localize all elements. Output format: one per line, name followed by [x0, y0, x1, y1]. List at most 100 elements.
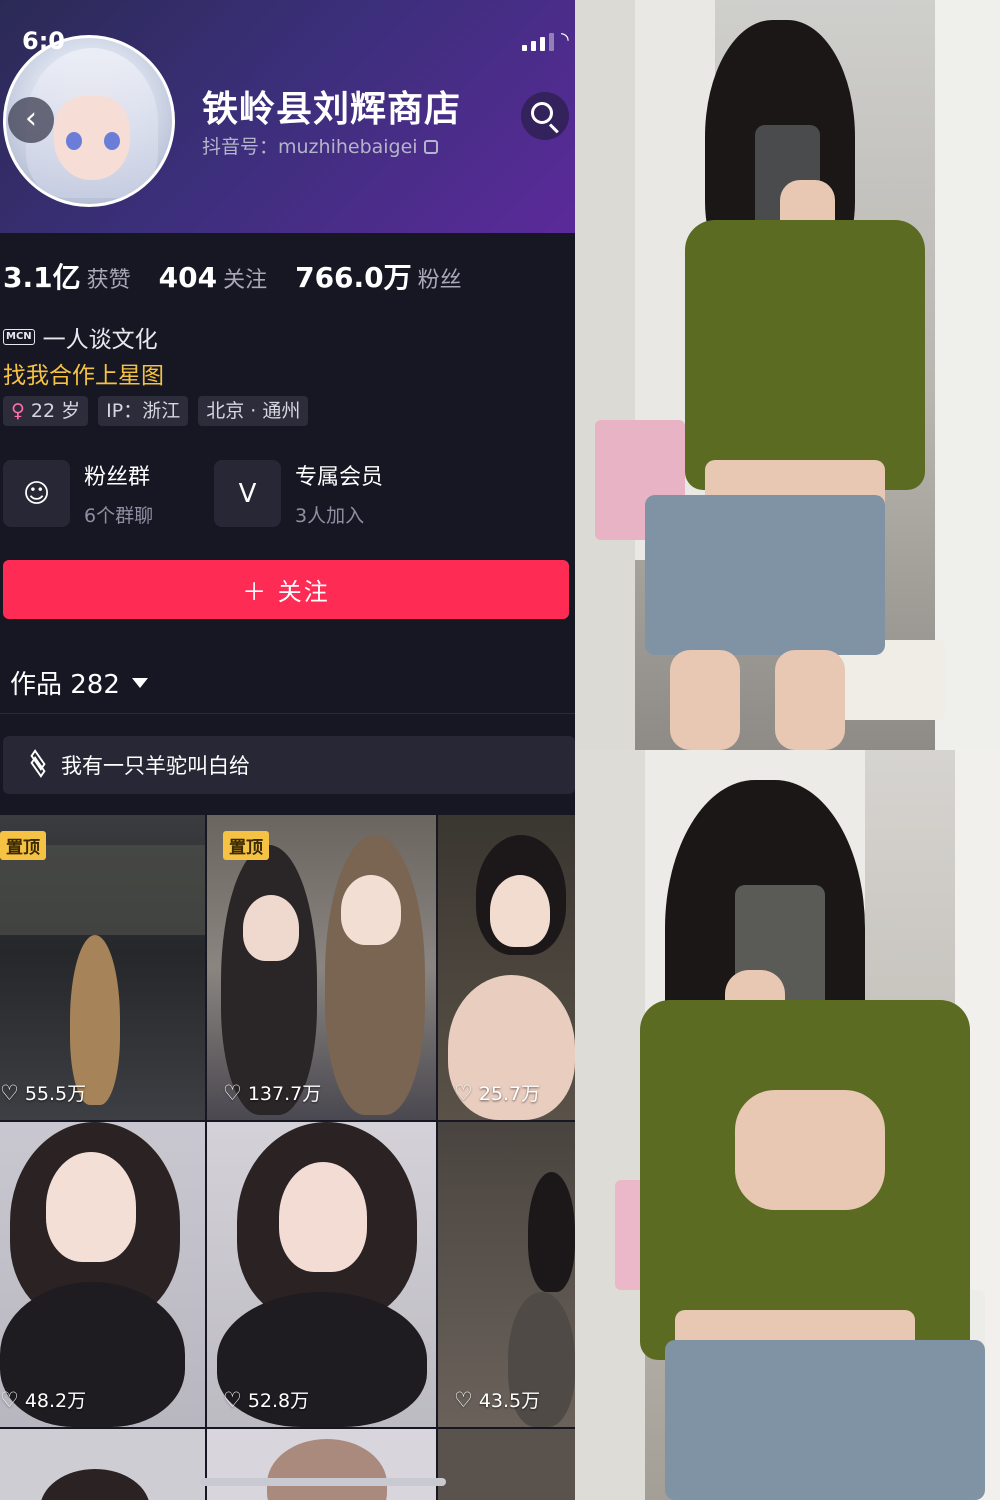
- profile-tags: ♀ 22 岁 IP：浙江 北京 · 通州: [3, 396, 309, 426]
- scene-hair: [267, 1439, 387, 1500]
- video-likes: ♡ 48.2万: [0, 1386, 86, 1413]
- scene-leg: [670, 650, 740, 750]
- video-likes: ♡ 55.5万: [0, 1079, 86, 1106]
- back-button[interactable]: ‹: [8, 97, 54, 143]
- video-tile[interactable]: ♡ 43.5万: [438, 1122, 575, 1427]
- scene-skin: [735, 1090, 885, 1210]
- works-label: 作品 282: [10, 670, 120, 700]
- location-tag[interactable]: 北京 · 通州: [198, 396, 309, 426]
- scene-face: [243, 895, 299, 961]
- fan-group-title: 粉丝群: [84, 465, 151, 490]
- pinned-badge: 置顶: [0, 831, 46, 860]
- scene-face: [490, 875, 550, 947]
- fan-group-sub: 6个群聊: [84, 505, 154, 527]
- search-button[interactable]: [521, 92, 569, 140]
- star-cooperation-link[interactable]: 找我合作上星图: [3, 356, 164, 390]
- female-icon: ♀: [11, 400, 25, 422]
- collection-entry[interactable]: 我有一只羊驼叫白给: [3, 736, 575, 794]
- scene-person: [221, 845, 317, 1115]
- member-title: 专属会员: [295, 465, 384, 490]
- heart-icon: ♡: [0, 1080, 19, 1105]
- likes-count: 25.7万: [478, 1083, 541, 1105]
- scene-hair: [40, 1469, 150, 1500]
- heart-icon: ♡: [454, 1387, 473, 1412]
- scene-shorts: [665, 1340, 985, 1500]
- v-member-icon: V: [214, 460, 281, 527]
- scene-wall: [575, 0, 635, 750]
- mcn-badge: MCN: [3, 329, 35, 345]
- search-icon: [531, 102, 553, 124]
- stat-followers[interactable]: 766.0万 粉丝: [295, 256, 462, 296]
- status-time: 6:0: [22, 27, 65, 55]
- heart-icon: ♡: [454, 1080, 473, 1105]
- scene-wall: [935, 0, 1000, 750]
- scene-face: [46, 1152, 136, 1262]
- member-entry[interactable]: V 专属会员 3人加入: [214, 459, 383, 528]
- layers-icon: [27, 749, 49, 778]
- scene-leg: [775, 650, 845, 750]
- video-likes: ♡ 52.8万: [223, 1386, 309, 1413]
- stat-value: 3.1亿: [3, 261, 81, 294]
- video-tile[interactable]: [0, 1429, 205, 1500]
- stat-likes[interactable]: 3.1亿 获赞: [3, 256, 131, 296]
- scene-hair: [528, 1172, 575, 1292]
- likes-count: 55.5万: [24, 1083, 87, 1105]
- profile-screen: 6:0 ◝ ‹ 铁岭县刘辉商店 抖音号：muzhihebaigei 3.1亿 获…: [0, 0, 575, 1500]
- video-tile[interactable]: [438, 1429, 575, 1500]
- age-text: 22 岁: [30, 400, 81, 422]
- heart-icon: ♡: [223, 1387, 242, 1412]
- profile-stats: 3.1亿 获赞 404 关注 766.0万 粉丝: [3, 256, 490, 296]
- video-tile[interactable]: ♡ 52.8万: [207, 1122, 436, 1427]
- stat-label: 获赞: [86, 268, 131, 293]
- mcn-row[interactable]: MCN 一人谈文化: [3, 320, 158, 354]
- douyin-id: 抖音号：muzhihebaigei: [202, 132, 438, 159]
- likes-count: 137.7万: [247, 1083, 322, 1105]
- video-tile[interactable]: ♡ 25.7万: [438, 815, 575, 1120]
- scene-wall: [575, 750, 645, 1500]
- search-icon-handle: [548, 123, 559, 134]
- likes-count: 52.8万: [247, 1390, 310, 1412]
- profile-name: 铁岭县刘辉商店: [202, 89, 462, 130]
- follow-button[interactable]: ＋ 关注: [3, 560, 569, 619]
- avatar-eye: [66, 132, 82, 150]
- video-likes: ♡ 43.5万: [454, 1386, 540, 1413]
- stat-following[interactable]: 404 关注: [159, 261, 267, 294]
- video-likes: ♡ 25.7万: [454, 1079, 540, 1106]
- divider: [0, 713, 575, 714]
- stat-value: 766.0万: [295, 261, 412, 294]
- fan-group-entry[interactable]: ☺ 粉丝群 6个群聊: [3, 459, 153, 528]
- profile-header: 6:0 ◝ ‹ 铁岭县刘辉商店 抖音号：muzhihebaigei: [0, 0, 575, 233]
- scene-face: [279, 1162, 367, 1272]
- collection-label: 我有一只羊驼叫白给: [61, 754, 250, 778]
- video-tile[interactable]: [207, 1429, 436, 1500]
- video-tile[interactable]: ♡ 48.2万: [0, 1122, 205, 1427]
- copy-icon[interactable]: [423, 140, 438, 154]
- member-sub: 3人加入: [295, 505, 365, 527]
- likes-count: 43.5万: [478, 1390, 541, 1412]
- selfie-photo: [575, 0, 1000, 750]
- douyin-id-text: 抖音号：muzhihebaigei: [202, 136, 418, 158]
- wifi-icon: ◝: [561, 27, 569, 51]
- stat-label: 粉丝: [417, 268, 462, 293]
- works-tab[interactable]: 作品 282: [10, 664, 148, 701]
- video-tile[interactable]: 置顶 ♡ 55.5万: [0, 815, 205, 1120]
- scene-top: [685, 220, 925, 490]
- dropdown-triangle-icon: [131, 677, 148, 688]
- stat-label: 关注: [223, 268, 268, 293]
- mcn-text: 一人谈文化: [42, 327, 158, 353]
- home-indicator: [200, 1478, 446, 1486]
- stat-value: 404: [158, 261, 218, 294]
- pinned-badge: 置顶: [223, 831, 269, 860]
- heart-icon: ♡: [0, 1387, 19, 1412]
- video-likes: ♡ 137.7万: [223, 1079, 321, 1106]
- fan-group-icon: ☺: [3, 460, 70, 527]
- age-tag: ♀ 22 岁: [3, 396, 89, 426]
- avatar-eye: [104, 132, 120, 150]
- scene-shorts: [645, 495, 885, 655]
- signal-icon: [522, 33, 554, 51]
- heart-icon: ♡: [223, 1080, 242, 1105]
- likes-count: 48.2万: [24, 1390, 87, 1412]
- scene-face: [341, 875, 401, 945]
- ip-tag: IP：浙江: [98, 396, 189, 426]
- video-tile[interactable]: 置顶 ♡ 137.7万: [207, 815, 436, 1120]
